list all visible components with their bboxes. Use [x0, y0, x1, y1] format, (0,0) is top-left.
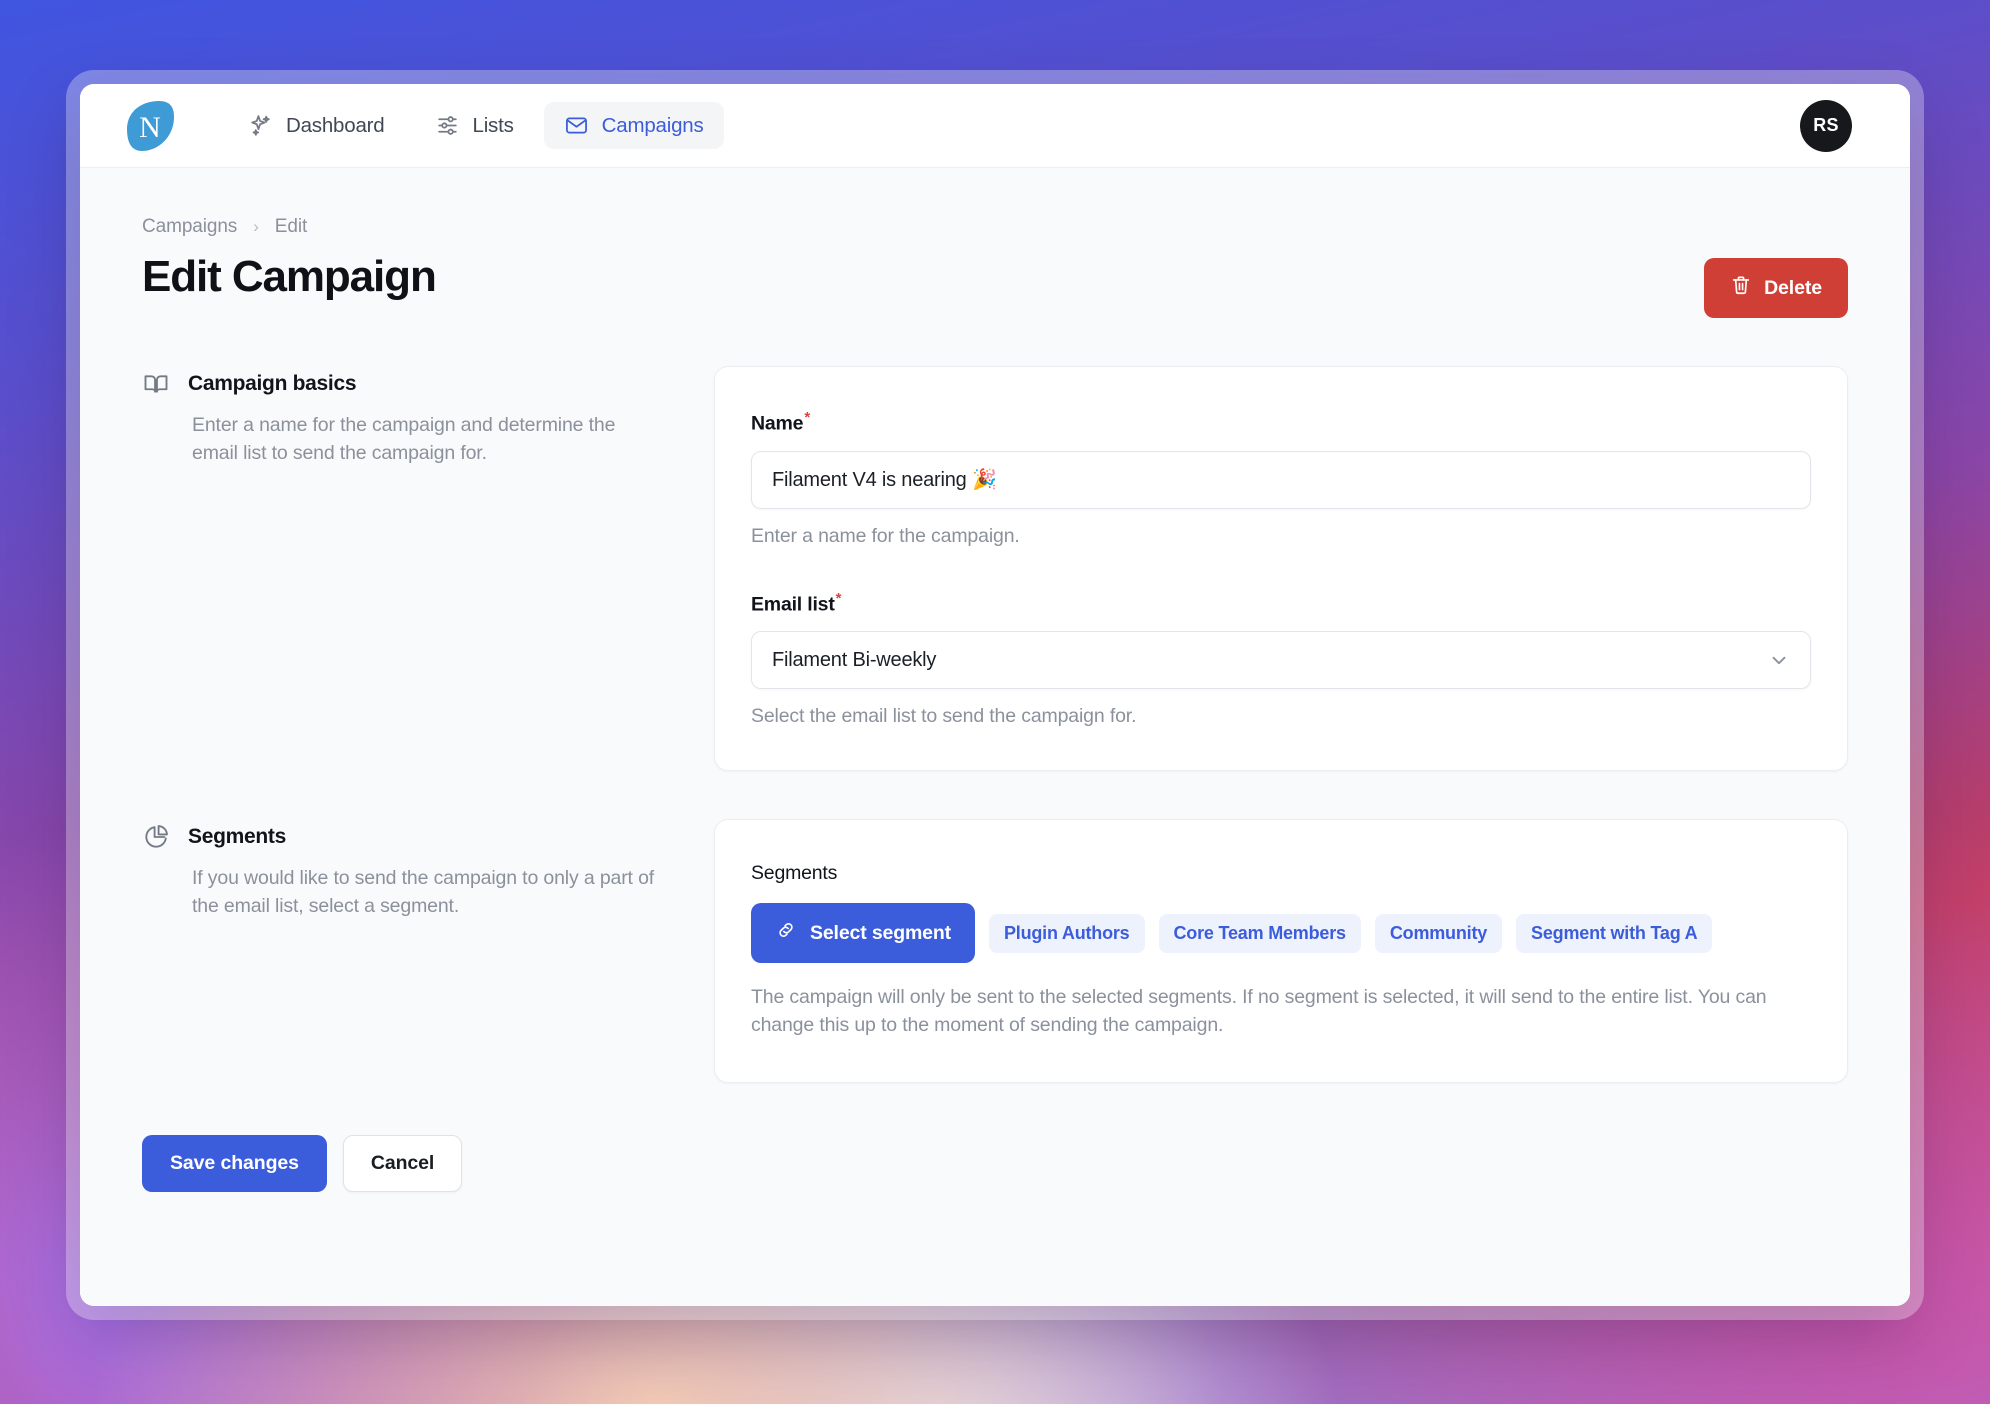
envelope-icon	[564, 113, 589, 138]
email-list-field-help: Select the email list to send the campai…	[751, 705, 1137, 727]
email-list-label-text: Email list	[751, 593, 835, 615]
top-navigation-bar: N Dashboard Lists Campaigns RS	[80, 84, 1910, 168]
campaign-basics-title: Campaign basics	[188, 372, 357, 395]
name-field-label: Name*	[751, 409, 1811, 436]
form-actions: Save changes Cancel	[142, 1134, 1848, 1192]
select-segment-button-label: Select segment	[810, 921, 951, 944]
sparkles-icon	[248, 113, 273, 138]
trash-icon	[1730, 274, 1752, 302]
segments-heading: Segments	[142, 823, 662, 851]
page-header: Edit Campaign Delete	[142, 252, 1848, 318]
sliders-icon	[435, 113, 460, 138]
segments-title: Segments	[188, 825, 286, 848]
campaign-basics-card: Name* Filament V4 is nearing 🎉 Enter a n…	[714, 366, 1848, 771]
main-nav: Dashboard Lists Campaigns	[228, 102, 724, 149]
segments-aside: Segments If you would like to send the c…	[142, 819, 662, 1083]
chevron-right-icon: ›	[253, 217, 259, 236]
nav-item-dashboard[interactable]: Dashboard	[228, 102, 405, 149]
pie-chart-icon	[142, 823, 170, 851]
nav-item-campaigns[interactable]: Campaigns	[543, 102, 724, 149]
nav-item-campaigns-label: Campaigns	[601, 113, 704, 137]
save-changes-button[interactable]: Save changes	[142, 1134, 327, 1192]
email-list-select[interactable]: Filament Bi-weekly	[751, 631, 1811, 689]
select-segment-button[interactable]: Select segment	[751, 903, 975, 963]
delete-button[interactable]: Delete	[1704, 258, 1848, 318]
segments-description: If you would like to send the campaign t…	[192, 867, 655, 917]
cancel-button[interactable]: Cancel	[342, 1134, 463, 1192]
email-list-required-marker: *	[835, 589, 842, 607]
segments-help-text: The campaign will only be sent to the se…	[751, 986, 1767, 1037]
segment-tag-plugin-authors[interactable]: Plugin Authors	[988, 913, 1145, 953]
name-input-value: Filament V4 is nearing 🎉	[772, 469, 997, 491]
delete-button-label: Delete	[1764, 276, 1822, 299]
section-campaign-basics: Campaign basics Enter a name for the cam…	[142, 366, 1848, 771]
email-list-field-label: Email list*	[751, 590, 1811, 617]
email-list-select-value: Filament Bi-weekly	[772, 648, 937, 671]
app-window: N Dashboard Lists Campaigns RS Campaigns…	[80, 84, 1910, 1306]
name-field-help: Enter a name for the campaign.	[751, 524, 1020, 547]
page-content: Campaigns › Edit Edit Campaign Delete Ca…	[80, 168, 1910, 1306]
segment-tag-segment-with-tag-a[interactable]: Segment with Tag A	[1516, 913, 1713, 953]
name-input[interactable]: Filament V4 is nearing 🎉	[751, 450, 1811, 509]
breadcrumb: Campaigns › Edit	[142, 216, 1848, 238]
name-required-marker: *	[804, 409, 810, 426]
breadcrumb-edit: Edit	[274, 216, 308, 237]
avatar[interactable]: RS	[1800, 99, 1852, 152]
segment-tag-core-team-members[interactable]: Core Team Members	[1158, 913, 1361, 953]
svg-text:N: N	[139, 111, 161, 144]
avatar-initials: RS	[1813, 115, 1839, 135]
campaign-basics-description: Enter a name for the campaign and determ…	[192, 414, 616, 464]
link-icon	[775, 919, 797, 947]
page-title: Edit Campaign	[142, 252, 437, 301]
section-segments: Segments If you would like to send the c…	[142, 819, 1848, 1083]
email-list-field-group: Email list* Filament Bi-weekly Select th…	[751, 590, 1811, 729]
breadcrumb-campaigns[interactable]: Campaigns	[142, 216, 237, 238]
nav-item-lists-label: Lists	[472, 113, 514, 137]
segments-card: Segments Select segment Plugin Authors C…	[714, 819, 1848, 1083]
campaign-basics-aside: Campaign basics Enter a name for the cam…	[142, 366, 662, 771]
campaign-basics-heading: Campaign basics	[142, 370, 662, 398]
chevron-down-icon	[1768, 649, 1790, 671]
segments-row: Select segment Plugin Authors Core Team …	[751, 903, 1811, 963]
leaf-logo-icon[interactable]: N	[118, 95, 180, 157]
nav-item-lists[interactable]: Lists	[415, 102, 534, 149]
nav-item-dashboard-label: Dashboard	[286, 113, 385, 137]
name-label-text: Name	[751, 412, 804, 435]
name-field-group: Name* Filament V4 is nearing 🎉 Enter a n…	[751, 409, 1811, 548]
segments-card-label: Segments	[751, 862, 838, 884]
segment-tag-community[interactable]: Community	[1374, 913, 1503, 953]
open-book-icon	[142, 370, 170, 398]
